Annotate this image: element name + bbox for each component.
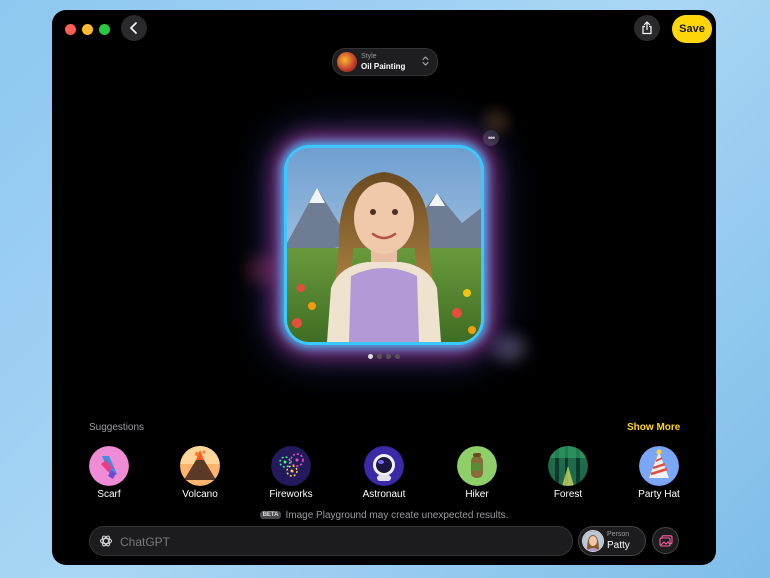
suggestions-title: Suggestions — [89, 422, 145, 433]
disclaimer-text: Image Playground may create unexpected r… — [285, 510, 509, 521]
forest-icon — [548, 446, 588, 486]
scarf-icon — [89, 446, 129, 486]
close-window-button[interactable] — [65, 24, 76, 35]
glow-orb-left — [247, 255, 277, 285]
avatar — [582, 530, 604, 552]
volcano-icon — [180, 446, 220, 486]
person-label: Person — [607, 531, 630, 538]
chevron-up-down-icon — [422, 56, 429, 66]
glow-orb-right — [492, 335, 526, 361]
suggestion-forest[interactable]: Forest — [538, 446, 598, 500]
fireworks-icon — [271, 446, 311, 486]
disclaimer: BETA Image Playground may create unexpect… — [52, 510, 716, 521]
image-playground-window: Save Style Oil Painting ••• Suggestions … — [52, 10, 716, 565]
hiker-icon — [457, 446, 497, 486]
photos-icon — [658, 534, 673, 547]
style-value: Oil Painting — [361, 62, 406, 71]
back-button[interactable] — [121, 15, 147, 41]
person-name: Patty — [607, 540, 630, 551]
suggestion-fireworks[interactable]: Fireworks — [261, 446, 321, 500]
page-dot[interactable] — [377, 354, 382, 359]
more-options-button[interactable]: ••• — [483, 130, 499, 146]
suggestion-label: Volcano — [182, 489, 218, 500]
save-button[interactable]: Save — [672, 15, 712, 43]
suggestion-label: Forest — [553, 489, 583, 500]
astronaut-icon — [364, 446, 404, 486]
generated-image — [287, 148, 481, 342]
suggestion-astronaut[interactable]: Astronaut — [354, 446, 414, 500]
prompt-input[interactable] — [118, 531, 562, 553]
suggestion-label: Astronaut — [362, 489, 406, 500]
photo-library-button[interactable] — [652, 527, 679, 554]
share-button[interactable] — [634, 15, 660, 41]
maximize-window-button[interactable] — [99, 24, 110, 35]
page-indicator[interactable] — [368, 354, 400, 359]
generated-image-frame[interactable] — [284, 145, 484, 345]
suggestion-hiker[interactable]: Hiker — [447, 446, 507, 500]
portrait-illustration — [287, 148, 481, 342]
minimize-window-button[interactable] — [82, 24, 93, 35]
style-thumbnail — [337, 52, 357, 72]
suggestion-label: Fireworks — [269, 489, 313, 500]
ellipsis-icon: ••• — [487, 132, 496, 143]
show-more-link[interactable]: Show More — [627, 422, 680, 433]
suggestion-volcano[interactable]: Volcano — [170, 446, 230, 500]
chevron-left-icon — [130, 22, 137, 34]
share-icon — [642, 21, 652, 35]
style-picker[interactable]: Style Oil Painting — [332, 48, 438, 76]
person-picker[interactable]: Person Patty — [578, 526, 646, 556]
style-label: Style — [361, 53, 377, 60]
page-dot[interactable] — [395, 354, 400, 359]
page-dot[interactable] — [368, 354, 373, 359]
suggestion-label: Hiker — [465, 489, 489, 500]
beta-badge: BETA — [259, 511, 282, 520]
chatgpt-icon — [99, 535, 113, 547]
party-hat-icon — [639, 446, 679, 486]
suggestion-label: Scarf — [97, 489, 121, 500]
suggestion-party-hat[interactable]: Party Hat — [629, 446, 689, 500]
suggestion-scarf[interactable]: Scarf — [79, 446, 139, 500]
prompt-bar[interactable] — [89, 526, 573, 556]
page-dot[interactable] — [386, 354, 391, 359]
suggestion-label: Party Hat — [638, 489, 680, 500]
